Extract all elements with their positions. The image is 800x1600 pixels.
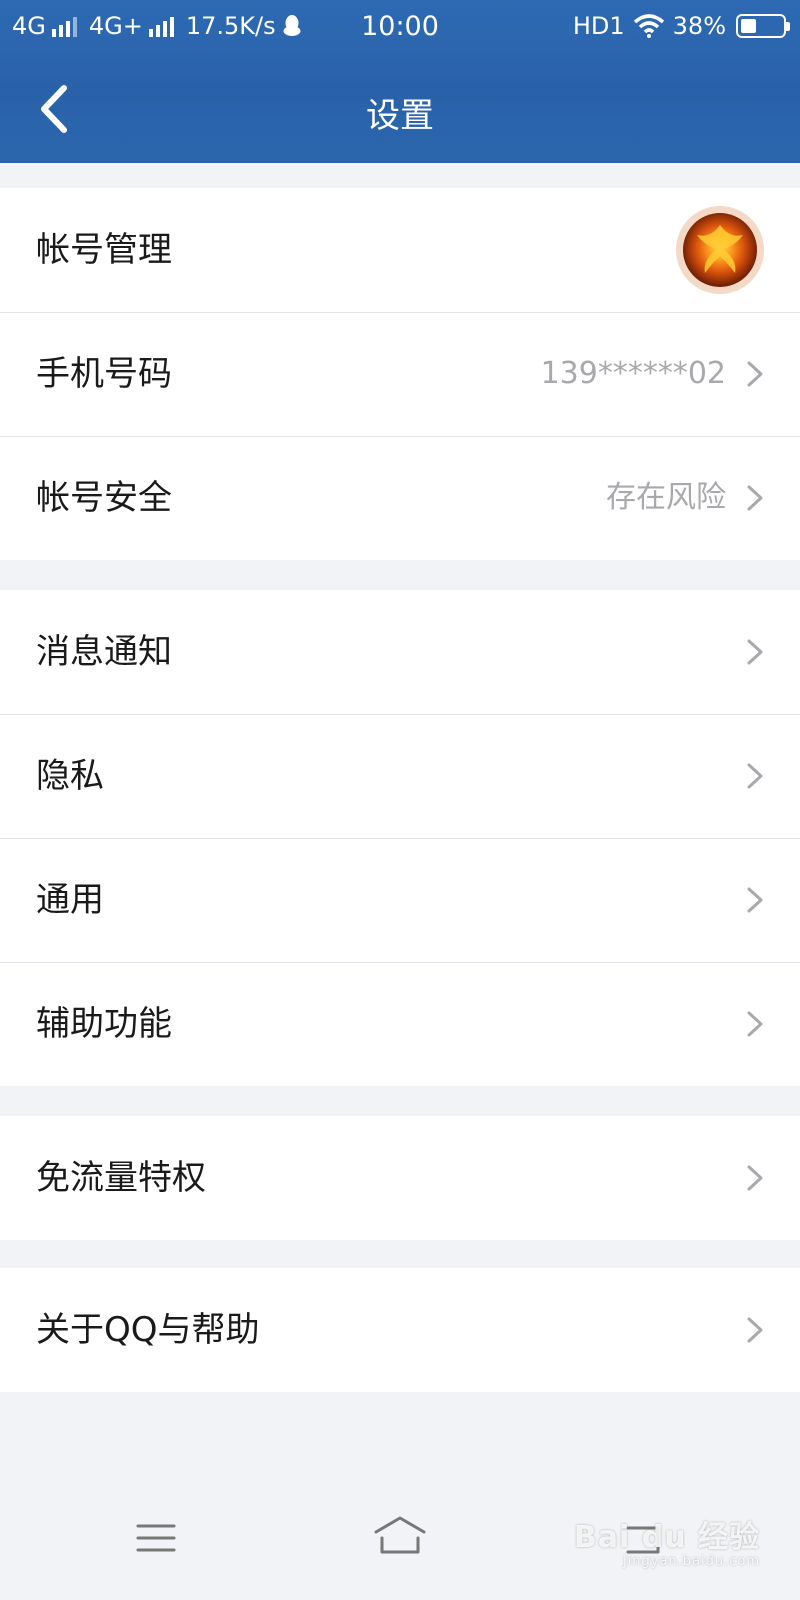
battery-icon (736, 14, 790, 38)
row-phone-number[interactable]: 手机号码 139******02 (0, 312, 800, 436)
row-accessibility[interactable]: 辅助功能 (0, 962, 800, 1086)
avatar-image (683, 213, 757, 287)
chevron-right-icon (747, 1011, 763, 1037)
battery-percent: 38% (672, 12, 726, 40)
row-general[interactable]: 通用 (0, 838, 800, 962)
row-value: 存在风险 (606, 480, 726, 515)
status-right: HD1 38% (572, 12, 790, 40)
battery-fill (741, 19, 757, 33)
row-notifications[interactable]: 消息通知 (0, 590, 800, 714)
row-value: 139******02 (540, 356, 726, 391)
app-header: 4G 4G+ 17.5K/s 10:00 HD1 38% 设置 (0, 0, 800, 163)
row-label: 辅助功能 (36, 1004, 172, 1044)
chevron-right-icon (747, 763, 763, 789)
row-label: 帐号管理 (36, 230, 172, 270)
row-label: 隐私 (36, 756, 104, 796)
chevron-right-icon (747, 1165, 763, 1191)
hd-indicator: HD1 (572, 12, 625, 40)
row-label: 消息通知 (36, 632, 172, 672)
status-bar: 4G 4G+ 17.5K/s 10:00 HD1 38% (0, 0, 800, 54)
watermark-url: jingyan.baidu.com (623, 1554, 760, 1569)
row-about-help[interactable]: 关于QQ与帮助 (0, 1268, 800, 1392)
row-free-data[interactable]: 免流量特权 (0, 1116, 800, 1240)
row-label: 手机号码 (36, 354, 172, 394)
menu-button[interactable] (126, 1508, 186, 1568)
home-button[interactable] (370, 1508, 430, 1568)
home-icon (374, 1516, 426, 1554)
settings-group-general: 消息通知 隐私 通用 辅助功能 (0, 590, 800, 1086)
chevron-right-icon (747, 485, 763, 511)
row-account-management[interactable]: 帐号管理 (0, 188, 800, 312)
settings-group-data: 免流量特权 (0, 1116, 800, 1240)
chevron-right-icon (747, 639, 763, 665)
settings-group-account: 帐号管理 手机号码 139******02 帐号安全 存在风险 (0, 188, 800, 560)
row-account-security[interactable]: 帐号安全 存在风险 (0, 436, 800, 560)
watermark: Bai du 经验 jingyan.baidu.com (574, 1512, 760, 1569)
row-label: 免流量特权 (36, 1158, 206, 1198)
row-label: 通用 (36, 880, 104, 920)
chevron-right-icon (747, 361, 763, 387)
menu-icon (136, 1524, 176, 1552)
page-title: 设置 (366, 96, 434, 136)
watermark-text: Bai du 经验 (573, 1520, 760, 1555)
row-label: 帐号安全 (36, 478, 172, 518)
row-label: 关于QQ与帮助 (36, 1310, 260, 1350)
wifi-icon (633, 14, 664, 38)
chevron-right-icon (747, 1317, 763, 1343)
chevron-right-icon (747, 887, 763, 913)
settings-group-about: 关于QQ与帮助 (0, 1268, 800, 1392)
row-privacy[interactable]: 隐私 (0, 714, 800, 838)
avatar[interactable] (676, 206, 764, 294)
